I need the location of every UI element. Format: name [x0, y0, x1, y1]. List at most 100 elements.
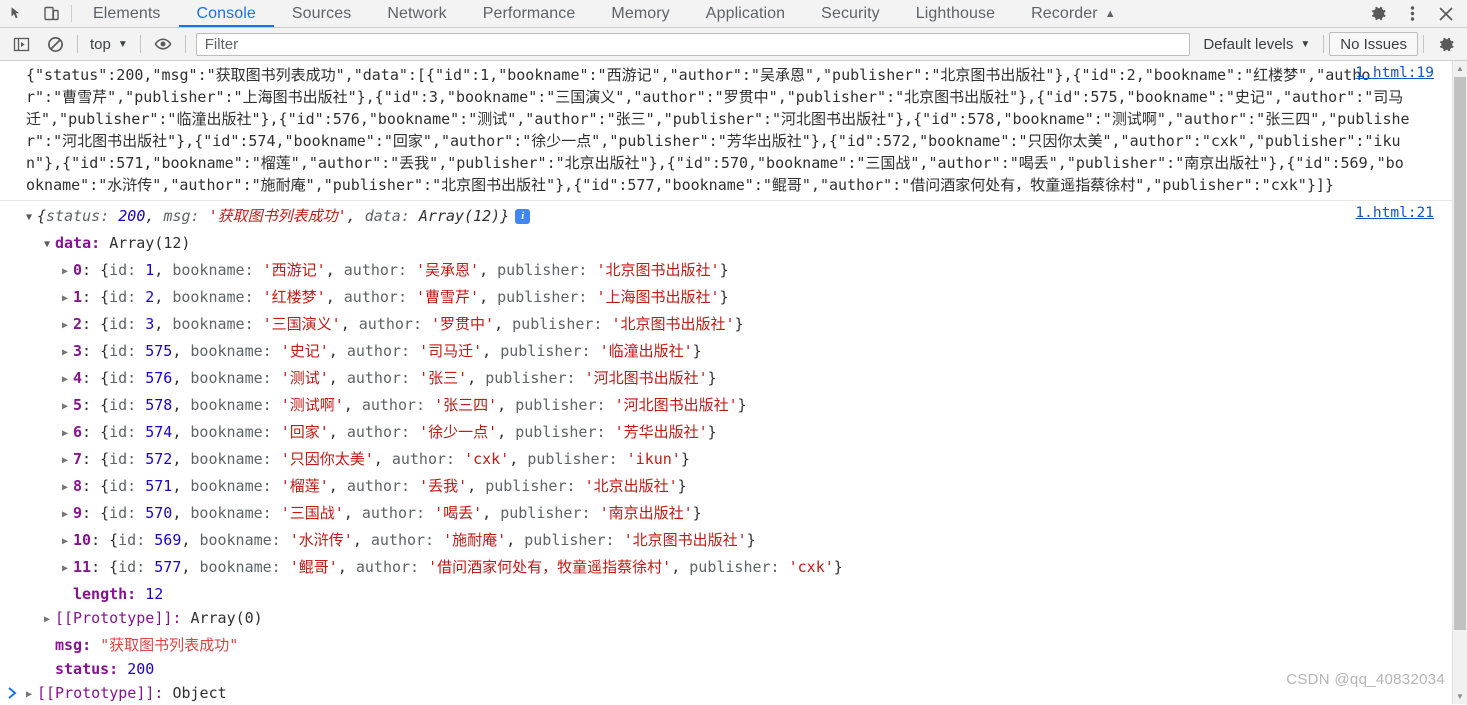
tab-memory[interactable]: Memory	[593, 0, 687, 27]
array-item-row[interactable]: ▶ 6: {id: 574, bookname: '回家', author: '徐…	[26, 420, 1452, 447]
preview-value-data: Array(12)	[418, 207, 501, 225]
expand-arrow-icon[interactable]: ▶	[62, 341, 73, 365]
array-item-row[interactable]: ▶ 8: {id: 571, bookname: '榴莲', author: '丢…	[26, 474, 1452, 501]
expand-arrow-icon[interactable]: ▶	[62, 449, 73, 473]
array-item-row[interactable]: ▶ 0: {id: 1, bookname: '西游记', author: '吴承…	[26, 258, 1452, 285]
array-prototype-row[interactable]: ▶ [[Prototype]]: Array(0)	[26, 606, 1452, 633]
comma: ,	[172, 342, 182, 360]
array-index: 9	[73, 504, 83, 522]
tab-sources[interactable]: Sources	[274, 0, 369, 27]
array-item-row[interactable]: ▶ 3: {id: 575, bookname: '史记', author: '司…	[26, 339, 1452, 366]
settings-gear-icon[interactable]	[1361, 0, 1395, 27]
expand-arrow-icon[interactable]: ▶	[62, 368, 73, 392]
value-author: '吴承恩'	[416, 261, 480, 279]
value-author: '施耐庵'	[443, 531, 507, 549]
tab-recorder[interactable]: Recorder ▲	[1013, 0, 1134, 27]
object-preview-row[interactable]: ▼ {status: 200, msg: '获取图书列表成功', data: Ar…	[26, 204, 1452, 231]
expand-arrow-icon[interactable]: ▼	[44, 233, 55, 257]
key-publisher: publisher:	[497, 261, 588, 279]
close-devtools-icon[interactable]	[1429, 0, 1463, 27]
issues-button[interactable]: No Issues	[1329, 32, 1418, 56]
tab-application[interactable]: Application	[688, 0, 803, 27]
brace: }	[692, 504, 702, 522]
console-message-object-tree[interactable]: 1.html:21 ▼ {status: 200, msg: '获取图书列表成功'…	[0, 201, 1452, 704]
vertical-scrollbar[interactable]: ▲ ▼	[1452, 61, 1467, 704]
expand-arrow-icon[interactable]: ▼	[26, 206, 37, 230]
toolbar-divider	[1423, 35, 1424, 53]
expand-arrow-icon[interactable]: ▶	[62, 260, 73, 284]
expand-arrow-icon[interactable]: ▶	[62, 557, 73, 581]
tab-label: Memory	[611, 4, 670, 22]
value-author: '司马迁'	[419, 342, 483, 360]
expand-arrow-icon[interactable]: ▶	[62, 476, 73, 500]
toolbar-divider	[184, 35, 186, 53]
live-expression-eye-icon[interactable]	[146, 31, 180, 57]
brace: }	[680, 450, 690, 468]
console-settings-gear-icon[interactable]	[1429, 31, 1463, 57]
array-item-row[interactable]: ▶ 5: {id: 578, bookname: '测试啊', author: '…	[26, 393, 1452, 420]
tab-label: Lighthouse	[915, 4, 996, 22]
info-icon[interactable]: i	[515, 209, 531, 224]
key-id: id:	[109, 369, 137, 387]
data-array-row[interactable]: ▼ data: Array(12)	[26, 231, 1452, 258]
array-item-row[interactable]: ▶ 11: {id: 577, bookname: '鲲哥', author: '…	[26, 555, 1452, 582]
scroll-up-arrow-icon[interactable]: ▲	[1453, 61, 1467, 76]
array-item-row[interactable]: ▶ 2: {id: 3, bookname: '三国演义', author: '罗…	[26, 312, 1452, 339]
key-author: author:	[346, 423, 411, 441]
expand-arrow-icon[interactable]: ▶	[44, 608, 55, 632]
key-bookname: bookname:	[190, 342, 272, 360]
array-item-row[interactable]: ▶ 10: {id: 569, bookname: '水浒传', author: …	[26, 528, 1452, 555]
property-value-length: 12	[145, 585, 164, 603]
scroll-down-arrow-icon[interactable]: ▼	[1453, 689, 1467, 704]
array-item-row[interactable]: ▶ 4: {id: 576, bookname: '测试', author: '张…	[26, 366, 1452, 393]
brace: {	[100, 288, 110, 306]
tab-label: Performance	[482, 4, 576, 22]
tabstrip-actions	[1354, 0, 1467, 27]
expand-arrow-icon[interactable]: ▶	[62, 530, 73, 554]
preview-key-data: data:	[364, 207, 410, 225]
scrollbar-thumb[interactable]	[1454, 77, 1466, 630]
console-output: 1.html:19 {"status":200,"msg":"获取图书列表成功"…	[0, 61, 1467, 704]
tab-elements[interactable]: Elements	[75, 0, 179, 27]
tab-network[interactable]: Network	[369, 0, 464, 27]
console-prompt[interactable]	[0, 682, 1452, 704]
filter-input[interactable]	[195, 32, 1191, 56]
inspect-element-icon[interactable]	[0, 0, 34, 27]
array-items: ▶ 0: {id: 1, bookname: '西游记', author: '吴承…	[26, 258, 1452, 582]
source-link[interactable]: 1.html:19	[1355, 65, 1434, 81]
console-message-raw-json[interactable]: 1.html:19 {"status":200,"msg":"获取图书列表成功"…	[0, 61, 1452, 201]
expand-arrow-icon[interactable]: ▶	[62, 422, 73, 446]
tab-performance[interactable]: Performance	[465, 0, 594, 27]
clear-console-icon[interactable]	[38, 31, 72, 57]
more-options-icon[interactable]	[1395, 0, 1429, 27]
comma: ,	[482, 342, 492, 360]
array-item-row[interactable]: ▶ 7: {id: 572, bookname: '只因你太美', author:…	[26, 447, 1452, 474]
brace: {	[37, 207, 47, 225]
device-toolbar-icon[interactable]	[34, 0, 68, 27]
key-author: author:	[361, 396, 426, 414]
comma: ,	[154, 261, 164, 279]
comma: ,	[172, 396, 182, 414]
array-index: 0	[73, 261, 83, 279]
log-levels-selector[interactable]: Default levels ▼	[1195, 32, 1318, 56]
key-publisher: publisher:	[485, 369, 576, 387]
tab-console[interactable]: Console	[178, 0, 275, 27]
execution-context-selector[interactable]: top ▼	[83, 32, 135, 56]
comma: ,	[497, 423, 507, 441]
array-item-row[interactable]: ▶ 9: {id: 570, bookname: '三国战', author: '…	[26, 501, 1452, 528]
expand-arrow-icon[interactable]: ▶	[62, 314, 73, 338]
comma: ,	[328, 369, 338, 387]
expand-arrow-icon[interactable]: ▶	[62, 395, 73, 419]
comma: ,	[181, 558, 191, 576]
value-bookname: '西游记'	[262, 261, 326, 279]
brace: {	[100, 504, 110, 522]
array-index: 11	[73, 558, 92, 576]
tab-security[interactable]: Security	[803, 0, 898, 27]
array-item-row[interactable]: ▶ 1: {id: 2, bookname: '红楼梦', author: '曹雪…	[26, 285, 1452, 312]
tab-lighthouse[interactable]: Lighthouse	[898, 0, 1013, 27]
console-sidebar-toggle-icon[interactable]	[4, 31, 38, 57]
expand-arrow-icon[interactable]: ▶	[62, 287, 73, 311]
property-value-status: 200	[127, 660, 155, 678]
brace: {	[100, 423, 110, 441]
expand-arrow-icon[interactable]: ▶	[62, 503, 73, 527]
